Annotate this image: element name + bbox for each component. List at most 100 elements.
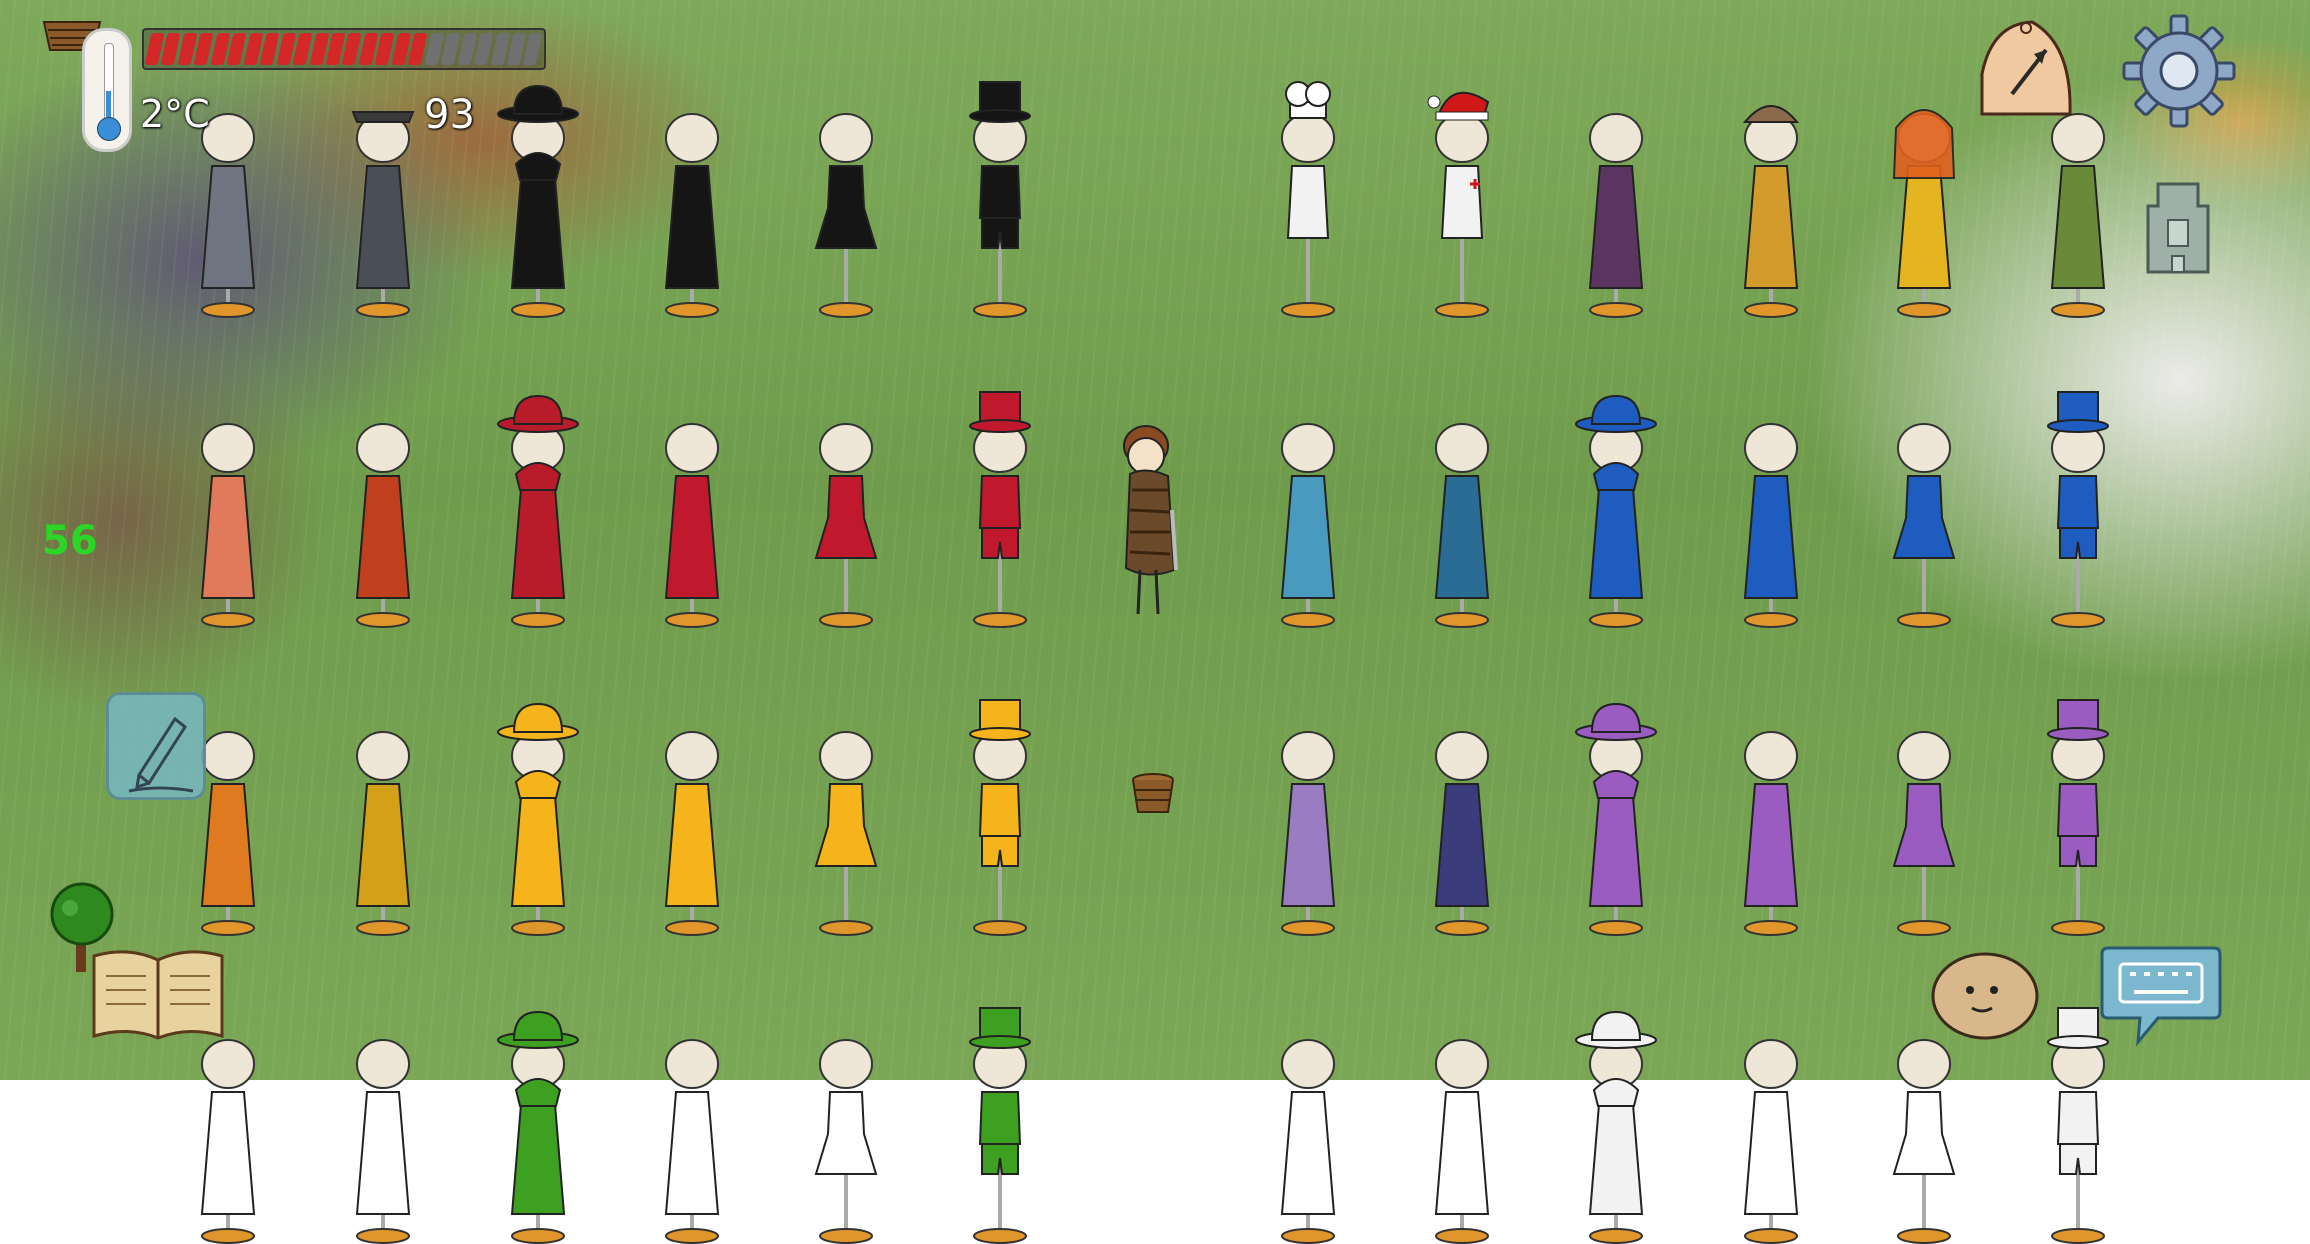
mannequin[interactable] [1575, 394, 1657, 628]
mannequin[interactable] [2038, 108, 2118, 318]
mannequin-figure [814, 423, 878, 628]
mannequin[interactable] [1731, 418, 1811, 628]
mannequin[interactable] [1268, 418, 1348, 628]
mannequin[interactable] [2038, 1007, 2118, 1244]
temperature-readout: 2°C [140, 92, 210, 136]
mannequin-figure [200, 423, 256, 628]
mannequin-figure [1743, 423, 1799, 628]
compass-icon[interactable] [1972, 14, 2080, 126]
mannequin[interactable] [1422, 91, 1502, 318]
keyboard-chat-icon[interactable] [2098, 942, 2224, 1048]
tower-icon[interactable] [2140, 176, 2216, 276]
mannequin[interactable] [343, 726, 423, 936]
mannequin-figure [2047, 699, 2109, 936]
mannequin[interactable] [960, 391, 1040, 628]
mannequin[interactable] [1575, 702, 1657, 936]
mannequin-figure [1892, 731, 1956, 936]
potato-face-emote-icon[interactable] [1930, 950, 2040, 1042]
mannequin-figure [664, 113, 720, 318]
mannequin[interactable] [2038, 391, 2118, 628]
mannequin-figure [2047, 391, 2109, 628]
mannequin-figure [497, 702, 579, 936]
mannequin-figure [969, 391, 1031, 628]
player-character[interactable] [1108, 420, 1218, 620]
mannequin[interactable] [652, 726, 732, 936]
pencil-button[interactable] [106, 692, 206, 800]
food-pip [523, 33, 544, 65]
mannequin-figure [664, 423, 720, 628]
mannequin[interactable] [497, 702, 579, 936]
mannequin-figure [355, 423, 411, 628]
mannequin-figure [2050, 113, 2106, 318]
mannequin-figure [1742, 105, 1800, 318]
mannequin[interactable] [343, 1034, 423, 1244]
mannequin-figure [1575, 702, 1657, 936]
mannequin-figure [355, 731, 411, 936]
mannequin-figure [969, 81, 1031, 318]
mannequin[interactable] [497, 84, 579, 318]
mannequin[interactable] [1422, 1034, 1502, 1244]
mannequin-figure [355, 1039, 411, 1244]
mannequin-figure [1588, 113, 1644, 318]
mannequin[interactable] [1731, 1034, 1811, 1244]
mannequin-figure [1892, 1039, 1956, 1244]
mannequin[interactable] [497, 394, 579, 628]
mannequin[interactable] [1268, 1034, 1348, 1244]
mannequin[interactable] [343, 418, 423, 628]
mannequin[interactable] [960, 81, 1040, 318]
yum-counter: 93 [424, 92, 475, 138]
mannequin-figure [1281, 81, 1335, 318]
mannequin[interactable] [1884, 108, 1964, 318]
thermometer-icon [82, 28, 132, 152]
mannequin-figure [1892, 423, 1956, 628]
mannequin-figure [1575, 1010, 1657, 1244]
mannequin-figure [664, 731, 720, 936]
mannequin-figure [1743, 1039, 1799, 1244]
mannequin[interactable] [806, 418, 886, 628]
mannequin[interactable] [497, 1010, 579, 1244]
basket-icon[interactable] [1130, 772, 1176, 818]
mannequin[interactable] [652, 418, 732, 628]
mannequin[interactable] [188, 1034, 268, 1244]
mannequin-figure [1280, 423, 1336, 628]
mannequin-figure [1743, 731, 1799, 936]
mannequin[interactable] [1884, 418, 1964, 628]
mannequin-figure [814, 1039, 878, 1244]
mannequin[interactable] [806, 108, 886, 318]
gear-icon[interactable] [2120, 12, 2238, 130]
mannequin[interactable] [960, 699, 1040, 936]
mannequin[interactable] [1422, 726, 1502, 936]
mannequin-figure [1434, 731, 1490, 936]
mannequin-figure [497, 84, 579, 318]
mannequin[interactable] [652, 1034, 732, 1244]
mannequin[interactable] [806, 1034, 886, 1244]
mannequin-figure [969, 1007, 1031, 1244]
mannequin[interactable] [1575, 1010, 1657, 1244]
mannequin-figure [1280, 731, 1336, 936]
mannequin-figure [1575, 394, 1657, 628]
mannequin[interactable] [960, 1007, 1040, 1244]
recipe-book-icon[interactable] [88, 946, 228, 1042]
mannequin[interactable] [343, 108, 423, 318]
mannequin[interactable] [1884, 726, 1964, 936]
mannequin[interactable] [1731, 726, 1811, 936]
mannequin[interactable] [1576, 108, 1656, 318]
mannequin-figure [497, 1010, 579, 1244]
mannequin-figure [497, 394, 579, 628]
mannequin-figure [664, 1039, 720, 1244]
mannequin[interactable] [1422, 418, 1502, 628]
mannequin-figure [2047, 1007, 2109, 1244]
mannequin-figure [1434, 1039, 1490, 1244]
mannequin-figure [200, 113, 256, 318]
mannequin-figure [1280, 1039, 1336, 1244]
mannequin[interactable] [1268, 81, 1348, 318]
mannequin-figure [814, 113, 878, 318]
mannequin[interactable] [1268, 726, 1348, 936]
mannequin[interactable] [1884, 1034, 1964, 1244]
mannequin[interactable] [806, 726, 886, 936]
mannequin[interactable] [652, 108, 732, 318]
mannequin[interactable] [1731, 105, 1811, 318]
mannequin[interactable] [2038, 699, 2118, 936]
mannequin-figure [969, 699, 1031, 936]
mannequin[interactable] [188, 418, 268, 628]
